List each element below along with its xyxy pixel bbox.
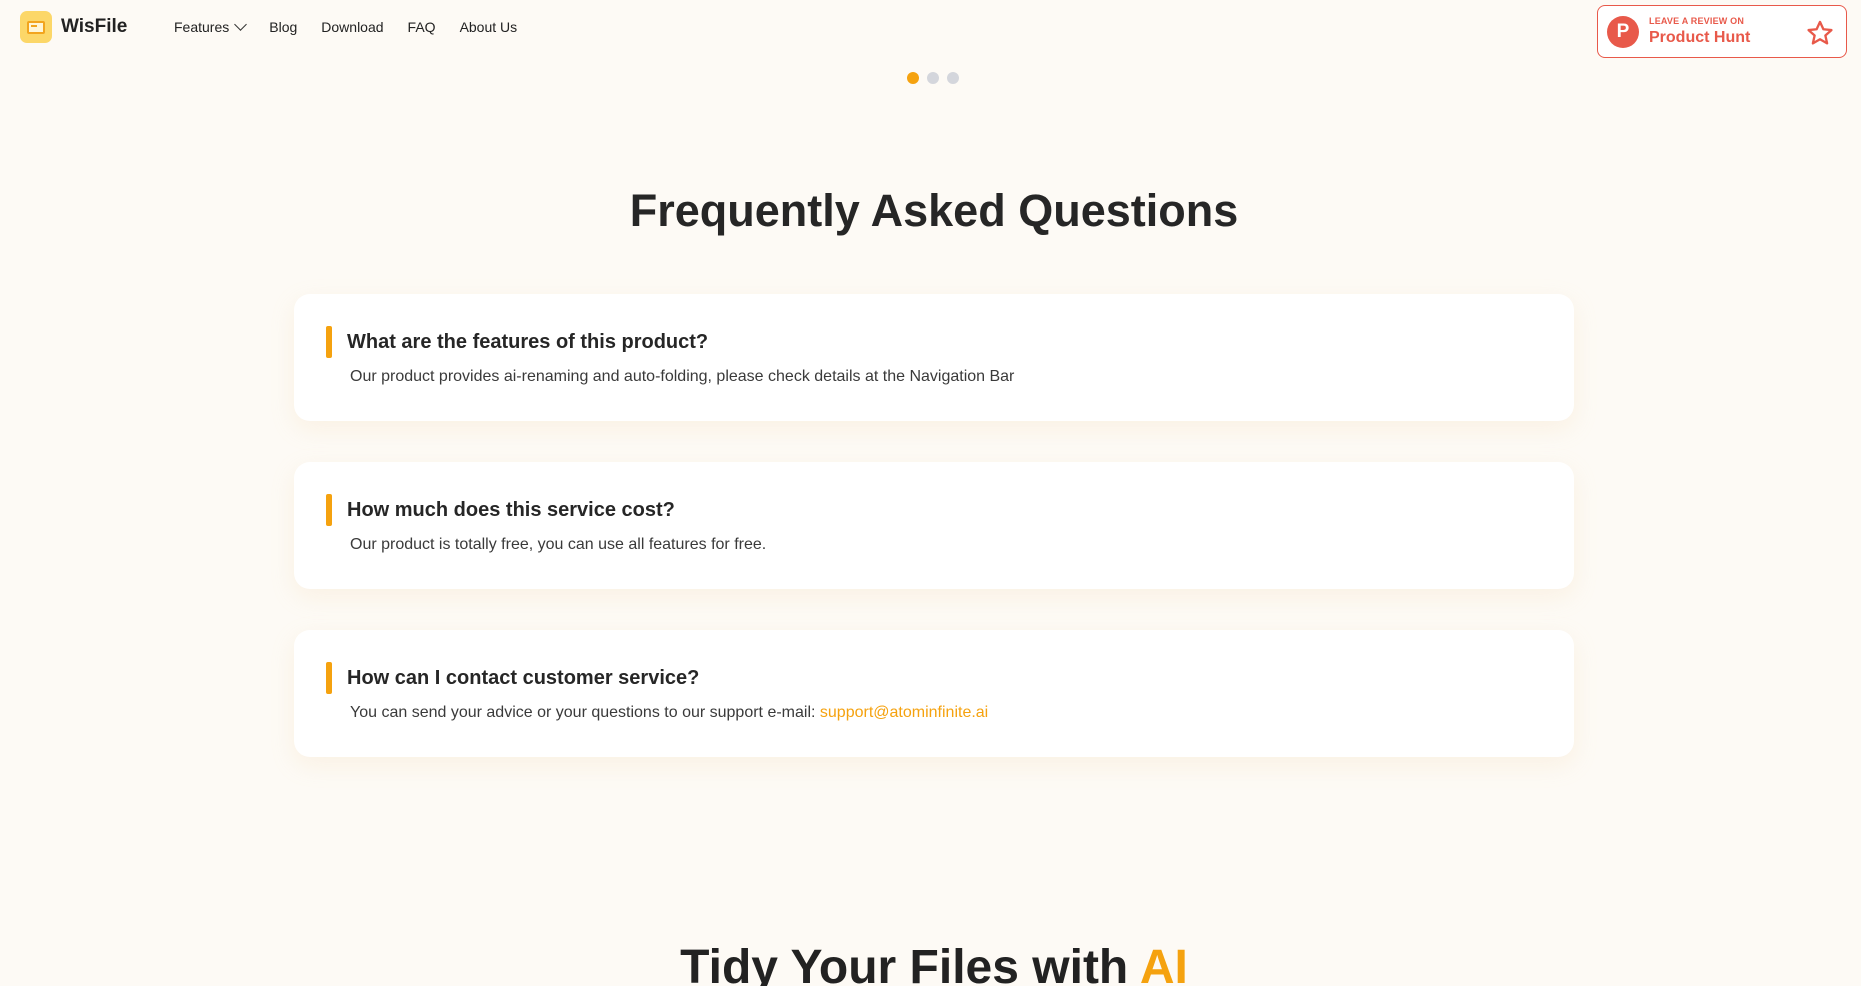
product-hunt-logo-icon: P (1607, 15, 1639, 48)
nav-faq-label: FAQ (407, 19, 436, 35)
faq-answer-text: Our product provides ai-renaming and aut… (350, 368, 1015, 385)
faq-question[interactable]: How much does this service cost? (326, 494, 675, 526)
product-hunt-title: Product Hunt (1649, 29, 1751, 46)
chevron-down-icon (234, 18, 248, 31)
nav-download-label: Download (321, 19, 384, 35)
faq-question-text: How much does this service cost? (347, 498, 675, 521)
accent-bar (326, 494, 332, 526)
nav-blog[interactable]: Blog (269, 19, 297, 35)
accent-bar (326, 662, 332, 694)
page: WisFile Features Blog Download FAQ About… (0, 0, 1861, 986)
tidy-heading-text: Tidy Your Files with (680, 941, 1140, 986)
faq-question[interactable]: How can I contact customer service? (326, 662, 699, 694)
nav-features[interactable]: Features (174, 18, 248, 35)
faq-title: Frequently Asked Questions (629, 185, 1239, 236)
nav-blog-label: Blog (269, 19, 298, 35)
faq-question-text: How can I contact customer service? (347, 666, 700, 689)
faq-card: What are the features of this product? O… (294, 294, 1574, 421)
faq-answer: Our product provides ai-renaming and aut… (350, 368, 1014, 386)
nav-about-us[interactable]: About Us (460, 19, 518, 35)
carousel-dots (907, 72, 959, 84)
tidy-files-heading: Tidy Your Files with AI (0, 940, 1861, 986)
product-hunt-review-button[interactable]: P LEAVE A REVIEW ON Product Hunt (1597, 5, 1847, 58)
logo[interactable]: WisFile (20, 11, 127, 43)
faq-answer: Our product is totally free, you can use… (350, 536, 766, 554)
logo-text: WisFile (61, 16, 128, 37)
faq-question[interactable]: What are the features of this product? (326, 326, 708, 358)
folder-logo-icon (20, 11, 52, 43)
header: WisFile Features Blog Download FAQ About… (0, 0, 1861, 58)
faq-answer-text: You can send your advice or your questio… (350, 704, 820, 721)
faq-question-text: What are the features of this product? (347, 330, 709, 353)
carousel-dot-2[interactable] (927, 72, 939, 84)
nav-faq[interactable]: FAQ (408, 19, 436, 35)
main-nav: Features Blog Download FAQ About Us (174, 18, 541, 35)
carousel-dot-1[interactable] (907, 72, 919, 84)
nav-download[interactable]: Download (321, 19, 383, 35)
faq-card: How much does this service cost? Our pro… (294, 462, 1574, 589)
product-hunt-small-text: LEAVE A REVIEW ON (1649, 16, 1745, 26)
nav-features-label: Features (174, 19, 230, 35)
faq-card: How can I contact customer service? You … (294, 630, 1574, 757)
support-email-link[interactable]: support@atominfinite.ai (820, 704, 988, 721)
accent-bar (326, 326, 332, 358)
star-icon (1807, 20, 1833, 45)
nav-about-us-label: About Us (459, 19, 518, 35)
faq-answer-text: Our product is totally free, you can use… (350, 536, 767, 553)
carousel-dot-3[interactable] (947, 72, 959, 84)
faq-answer: You can send your advice or your questio… (350, 704, 988, 722)
tidy-heading-accent: AI (1139, 941, 1188, 986)
